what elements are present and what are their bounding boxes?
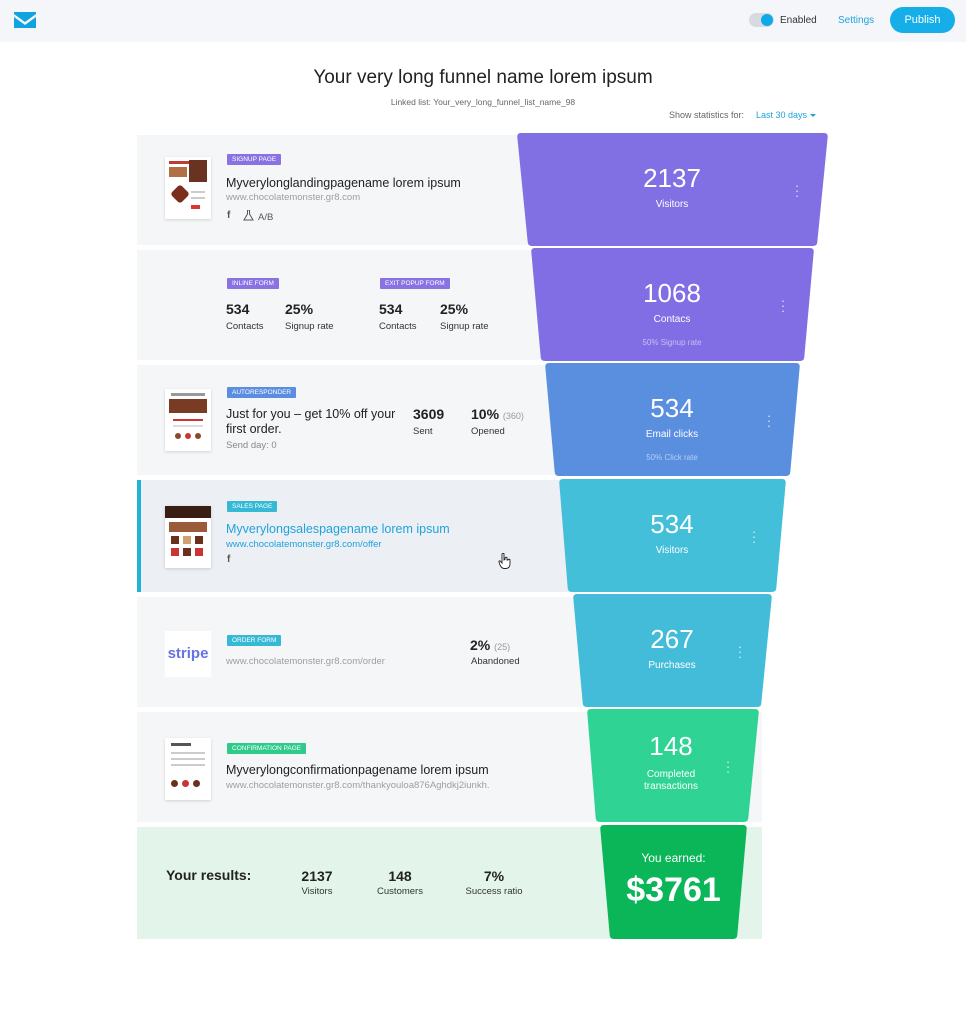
funnel-stage-subtext: 50% Click rate [646, 453, 698, 462]
inline-form-badge: INLINE FORM [227, 278, 279, 289]
envelope-logo-icon[interactable] [14, 12, 36, 28]
toggle-knob [761, 14, 773, 26]
results-title: Your results: [166, 867, 252, 883]
landing-page-url[interactable]: www.chocolatemonster.gr8.com [226, 192, 360, 203]
results-customers: 148 [388, 868, 412, 884]
results-success-ratio-label: Success ratio [465, 886, 523, 897]
page-title: Your very long funnel name lorem ipsum [313, 67, 653, 88]
funnel-stage-label: Email clicks [645, 429, 699, 440]
exit-form-signup-rate: 25% [440, 301, 469, 317]
facebook-icon[interactable]: f [227, 554, 230, 565]
kebab-menu-icon[interactable]: · · · [794, 179, 800, 202]
funnel-stage-value: 2137 [643, 163, 701, 193]
confirmation-page-badge: CONFIRMATION PAGE [227, 743, 307, 754]
email-thumbnail[interactable] [165, 389, 211, 451]
active-row-indicator [137, 480, 141, 592]
opened-count: (360) [502, 411, 524, 421]
funnel-stage-transactions[interactable]: 148 Completed transactions · · · [587, 709, 759, 822]
confirmation-page-thumbnail[interactable] [165, 738, 211, 800]
enabled-toggle[interactable] [749, 13, 774, 27]
abandoned-rate: 2% (25) [470, 637, 510, 653]
kebab-menu-icon[interactable]: · · · [737, 640, 743, 663]
abandoned-percent: 2% [470, 637, 491, 653]
order-form-badge: ORDER FORM [227, 635, 282, 646]
settings-link[interactable]: Settings [838, 15, 874, 26]
earned-value: $3761 [626, 871, 721, 909]
funnel-stage-signup[interactable]: 2137 Visitors · · · [517, 133, 828, 246]
funnel-stage-contacts[interactable]: 1068 Contacs 50% Signup rate · · · [531, 248, 814, 361]
stats-period-dropdown[interactable]: Last 30 days [756, 110, 817, 120]
funnel-stage-value: 534 [650, 393, 694, 423]
sales-page-badge: SALES PAGE [227, 501, 278, 512]
inline-form-contacts-label: Contacts [226, 321, 264, 332]
kebab-menu-icon[interactable]: · · · [766, 409, 772, 432]
inline-form-signup-rate-label: Signup rate [285, 321, 334, 332]
sales-page-thumbnail[interactable] [165, 506, 211, 568]
landing-page-thumbnail[interactable] [165, 157, 211, 219]
kebab-menu-icon[interactable]: · · · [780, 294, 786, 317]
kebab-menu-icon[interactable]: · · · [751, 525, 757, 548]
funnel-stage-label: Completed transactions [644, 769, 698, 792]
results-visitors-label: Visitors [301, 886, 333, 897]
signup-page-badge: SIGNUP PAGE [227, 154, 282, 165]
funnel-stage-sales-visitors[interactable]: 534 Visitors · · · [559, 479, 786, 592]
landing-page-name[interactable]: Myverylonglandingpagename lorem ipsum [226, 176, 461, 190]
earned-label: You earned: [641, 851, 706, 865]
funnel-stage-transactions-shape [587, 709, 759, 822]
funnel-stage-value: 1068 [643, 278, 701, 308]
emails-sent: 3609 [413, 406, 445, 422]
opened-rate: 10% [471, 406, 500, 422]
facebook-icon[interactable]: f [227, 210, 230, 221]
funnel-stage-earned[interactable]: You earned: $3761 [600, 825, 747, 939]
chevron-down-icon [810, 114, 817, 118]
linked-list-label: Linked list: Your_very_long_funnel_list_… [390, 97, 576, 107]
inline-form-contacts: 534 [226, 301, 250, 317]
confirmation-page-url[interactable]: www.chocolatemonster.gr8.com/thankyouloa… [226, 780, 490, 791]
results-visitors: 2137 [301, 868, 333, 884]
toggle-label: Enabled [780, 15, 817, 26]
abandoned-count: (25) [494, 642, 511, 652]
autoresponder-badge: AUTORESPONDER [227, 387, 297, 398]
exit-form-contacts: 534 [379, 301, 403, 317]
stripe-logo: stripe [165, 631, 211, 677]
stats-period-label: Show statistics for: [669, 110, 745, 120]
publish-button[interactable]: Publish [890, 7, 955, 33]
inline-form-signup-rate: 25% [285, 301, 314, 317]
funnel-stage-purchases[interactable]: 267 Purchases · · · [573, 594, 772, 707]
exit-popup-form-badge: EXIT POPUP FORM [380, 278, 450, 289]
emails-opened: 10% (360) [471, 406, 524, 422]
funnel-stage-label: Visitors [655, 199, 689, 210]
order-form-url[interactable]: www.chocolatemonster.gr8.com/order [226, 656, 385, 667]
emails-sent-label: Sent [413, 426, 433, 437]
email-subject[interactable]: Just for you – get 10% off your first or… [226, 407, 401, 437]
funnel-stage-subtext: 50% Signup rate [642, 338, 702, 347]
abandoned-label: Abandoned [471, 656, 520, 667]
sales-page-name[interactable]: Myverylongsalespagename lorem ipsum [226, 522, 450, 536]
ab-test-label[interactable]: A/B [258, 212, 273, 223]
exit-form-signup-rate-label: Signup rate [440, 321, 489, 332]
sales-page-url[interactable]: www.chocolatemonster.gr8.com/offer [226, 539, 382, 550]
funnel-stage-transactions-fill [587, 709, 759, 822]
funnel-stage-email-clicks[interactable]: 534 Email clicks 50% Click rate · · · [545, 363, 800, 476]
exit-form-contacts-label: Contacts [379, 321, 417, 332]
emails-opened-label: Opened [471, 426, 505, 437]
results-customers-label: Customers [377, 886, 423, 897]
confirmation-page-name[interactable]: Myverylongconfirmationpagename lorem ips… [226, 763, 489, 777]
flask-icon[interactable] [243, 210, 254, 221]
funnel-stage-label: Contacs [653, 314, 691, 325]
send-day-label: Send day: 0 [226, 440, 277, 451]
results-success-ratio: 7% [483, 868, 505, 884]
stats-period-value: Last 30 days [756, 110, 808, 120]
hand-pointer-icon [498, 553, 511, 569]
kebab-menu-icon[interactable]: · · · [725, 755, 731, 778]
top-bar: Enabled Settings Publish [0, 0, 966, 42]
funnel-stage-value: 148 [649, 731, 693, 761]
